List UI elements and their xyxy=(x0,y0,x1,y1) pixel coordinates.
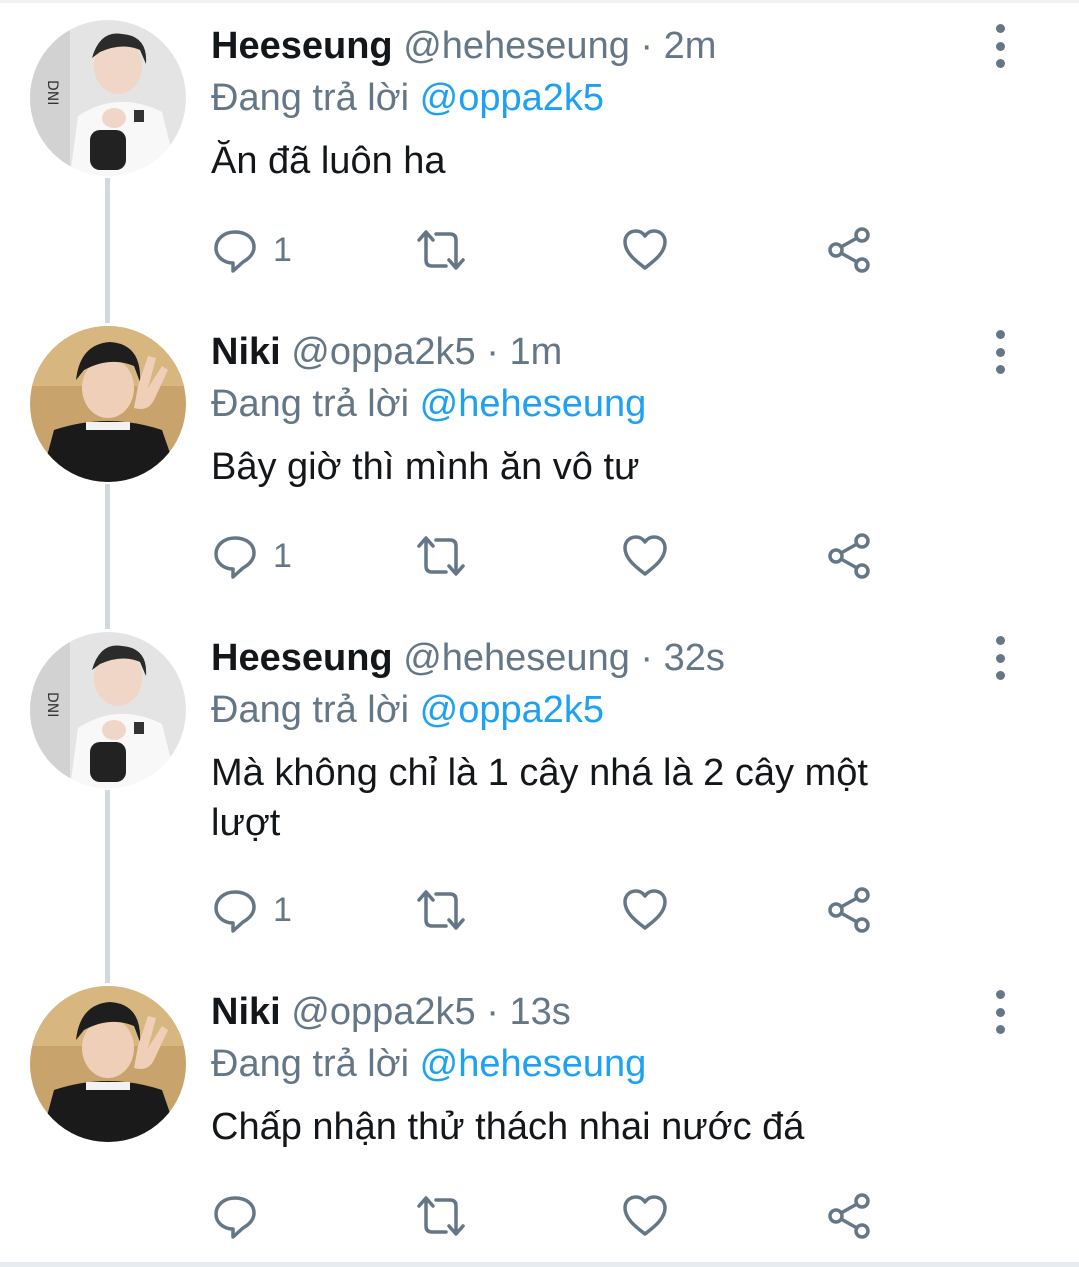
share-button[interactable] xyxy=(825,880,875,940)
timestamp[interactable]: 2m xyxy=(664,25,717,67)
share-icon xyxy=(828,533,870,579)
reply-mention-link[interactable]: @oppa2k5 xyxy=(420,77,604,119)
tweet-text: Ăn đã luôn ha xyxy=(211,140,446,182)
share-button[interactable] xyxy=(825,526,875,586)
reply-count: 1 xyxy=(273,230,292,269)
retweet-button[interactable] xyxy=(413,526,469,586)
replying-to: Đang trả lời @oppa2k5 xyxy=(211,72,604,124)
share-icon xyxy=(828,227,870,273)
reply-mention-link[interactable]: @heheseung xyxy=(420,383,647,425)
retweet-button[interactable] xyxy=(413,220,469,280)
share-button[interactable] xyxy=(825,1186,875,1246)
display-name[interactable]: Niki xyxy=(211,331,281,373)
like-icon xyxy=(623,889,667,930)
tweet-actions: 1 xyxy=(211,880,911,940)
user-handle[interactable]: @heheseung xyxy=(403,637,630,679)
album-text: DNI xyxy=(44,80,60,105)
replying-to-label: Đang trả lời xyxy=(211,383,410,425)
avatar[interactable]: DNI xyxy=(30,20,186,176)
reply-icon xyxy=(214,1196,256,1239)
tweet-text: Chấp nhận thử thách nhai nước đá xyxy=(211,1106,805,1148)
user-handle[interactable]: @oppa2k5 xyxy=(291,331,475,373)
reply-button[interactable]: 1 xyxy=(211,880,292,940)
more-options-icon xyxy=(995,990,1005,999)
more-options-button[interactable] xyxy=(980,24,1020,68)
retweet-icon xyxy=(417,890,465,930)
share-icon xyxy=(828,1193,870,1239)
retweet-button[interactable] xyxy=(413,880,469,940)
niki-avatar-image xyxy=(30,326,186,482)
like-button[interactable] xyxy=(621,880,669,940)
tweet[interactable]: Niki @oppa2k5 · 13s Đang trả lời @hehese… xyxy=(0,986,1079,1256)
tweet-header: Heeseung @heheseung · 32s xyxy=(211,632,725,684)
tweet[interactable]: Niki @oppa2k5 · 1m Đang trả lời @heheseu… xyxy=(0,326,1079,616)
tweet-text: Mà không chỉ là 1 cây nhá là 2 cây một l… xyxy=(211,752,868,844)
tweet-actions xyxy=(211,1186,911,1246)
retweet-icon xyxy=(417,536,465,576)
replying-to: Đang trả lời @heheseung xyxy=(211,378,646,430)
share-button[interactable] xyxy=(825,220,875,280)
timestamp[interactable]: 13s xyxy=(509,991,570,1033)
tweet-text: Bây giờ thì mình ăn vô tư xyxy=(211,446,640,488)
heeseung-avatar-image: DNI xyxy=(30,632,186,788)
separator-dot: · xyxy=(486,331,499,373)
more-options-button[interactable] xyxy=(980,990,1020,1034)
replying-to-label: Đang trả lời xyxy=(211,1043,410,1085)
retweet-button[interactable] xyxy=(413,1186,469,1246)
more-options-button[interactable] xyxy=(980,330,1020,374)
display-name[interactable]: Heeseung xyxy=(211,25,393,67)
like-button[interactable] xyxy=(621,526,669,586)
reply-button[interactable]: 1 xyxy=(211,526,292,586)
avatar[interactable]: DNI xyxy=(30,632,186,788)
like-icon xyxy=(623,1195,667,1236)
niki-avatar-image xyxy=(30,986,186,1142)
reply-icon xyxy=(214,230,256,273)
reply-count: 1 xyxy=(273,890,292,929)
separator-dot: · xyxy=(640,637,654,679)
separator-dot: · xyxy=(486,991,499,1033)
tweet-header: Niki @oppa2k5 · 13s xyxy=(211,986,571,1038)
avatar[interactable] xyxy=(30,326,186,482)
tweet[interactable]: DNI Heeseung @heheseung · 32s Đang trả l… xyxy=(0,632,1079,972)
display-name[interactable]: Heeseung xyxy=(211,637,393,679)
reply-mention-link[interactable]: @oppa2k5 xyxy=(420,689,604,731)
more-options-icon xyxy=(995,24,1005,33)
replying-to: Đang trả lời @heheseung xyxy=(211,1038,646,1090)
timestamp[interactable]: 32s xyxy=(664,637,725,679)
user-handle[interactable]: @heheseung xyxy=(403,25,630,67)
tweet[interactable]: DNI Heeseung @heheseung · 2m Đang trả lờ… xyxy=(0,20,1079,310)
more-options-button[interactable] xyxy=(980,636,1020,680)
reply-icon xyxy=(214,536,256,579)
tweet-header: Heeseung @heheseung · 2m xyxy=(211,20,716,72)
more-options-icon xyxy=(995,636,1005,645)
reply-icon xyxy=(214,890,256,933)
retweet-icon xyxy=(417,230,465,270)
heeseung-avatar-image: DNI xyxy=(30,20,186,176)
like-button[interactable] xyxy=(621,1186,669,1246)
retweet-icon xyxy=(417,1196,465,1236)
replying-to-label: Đang trả lời xyxy=(211,77,410,119)
like-icon xyxy=(623,535,667,576)
tweet-actions: 1 xyxy=(211,220,911,280)
tweet-actions: 1 xyxy=(211,526,911,586)
reply-mention-link[interactable]: @heheseung xyxy=(420,1043,647,1085)
like-button[interactable] xyxy=(621,220,669,280)
user-handle[interactable]: @oppa2k5 xyxy=(291,991,475,1033)
more-options-icon xyxy=(995,330,1005,339)
replying-to-label: Đang trả lời xyxy=(211,689,410,731)
like-icon xyxy=(623,229,667,270)
album-text: DNI xyxy=(44,692,60,717)
reply-button[interactable]: 1 xyxy=(211,220,292,280)
display-name[interactable]: Niki xyxy=(211,991,281,1033)
bottom-divider xyxy=(0,1262,1079,1267)
separator-dot: · xyxy=(640,25,654,67)
reply-count: 1 xyxy=(273,536,292,575)
tweet-header: Niki @oppa2k5 · 1m xyxy=(211,326,562,378)
share-icon xyxy=(828,887,870,933)
timestamp[interactable]: 1m xyxy=(509,331,562,373)
reply-button[interactable] xyxy=(211,1186,273,1246)
avatar[interactable] xyxy=(30,986,186,1142)
top-divider xyxy=(0,0,1079,3)
replying-to: Đang trả lời @oppa2k5 xyxy=(211,684,604,736)
